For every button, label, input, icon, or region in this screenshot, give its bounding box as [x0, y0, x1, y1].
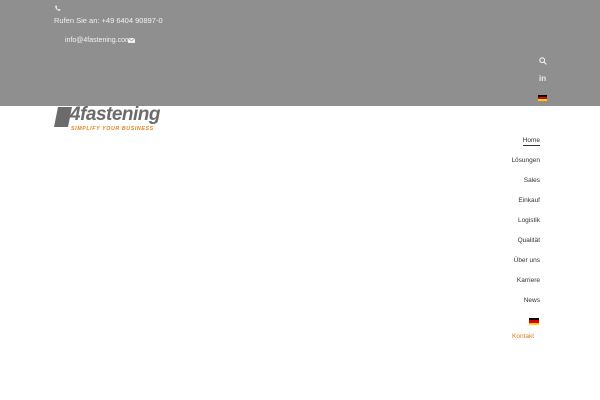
- nav-item-kontakt[interactable]: Kontakt: [512, 333, 534, 340]
- logo-tagline: SIMPLIFY YOUR BUSINESS: [71, 126, 154, 132]
- nav-item-einkauf[interactable]: Einkauf: [518, 197, 540, 204]
- search-icon[interactable]: [539, 57, 547, 65]
- nav-item-logistik[interactable]: Logistik: [518, 217, 540, 224]
- logo[interactable]: 4fastening SIMPLIFY YOUR BUSINESS: [54, 104, 164, 135]
- nav-item-loesungen[interactable]: Lösungen: [511, 157, 540, 164]
- flag-de-icon[interactable]: [538, 95, 547, 101]
- logo-wordmark: 4fastening: [70, 104, 161, 125]
- nav-item-sales[interactable]: Sales: [524, 177, 540, 184]
- nav-item-qualitaet[interactable]: Qualität: [518, 237, 540, 244]
- nav-item-news[interactable]: News: [524, 297, 540, 304]
- phone-number-link[interactable]: Rufen Sie an: +49 6404 90897-0: [54, 16, 163, 25]
- linkedin-icon[interactable]: in: [539, 75, 546, 83]
- phone-icon[interactable]: [54, 5, 61, 12]
- nav-item-home[interactable]: Home: [522, 137, 540, 146]
- nav-item-ueber-uns[interactable]: Über uns: [514, 257, 540, 264]
- email-link[interactable]: info@4fastening.com: [65, 37, 131, 44]
- top-header-bar: Rufen Sie an: +49 6404 90897-0 info@4fas…: [0, 0, 600, 106]
- nav-item-karriere[interactable]: Karriere: [517, 277, 540, 284]
- mail-icon[interactable]: [128, 38, 135, 43]
- nav-flag-de-icon[interactable]: [529, 318, 539, 325]
